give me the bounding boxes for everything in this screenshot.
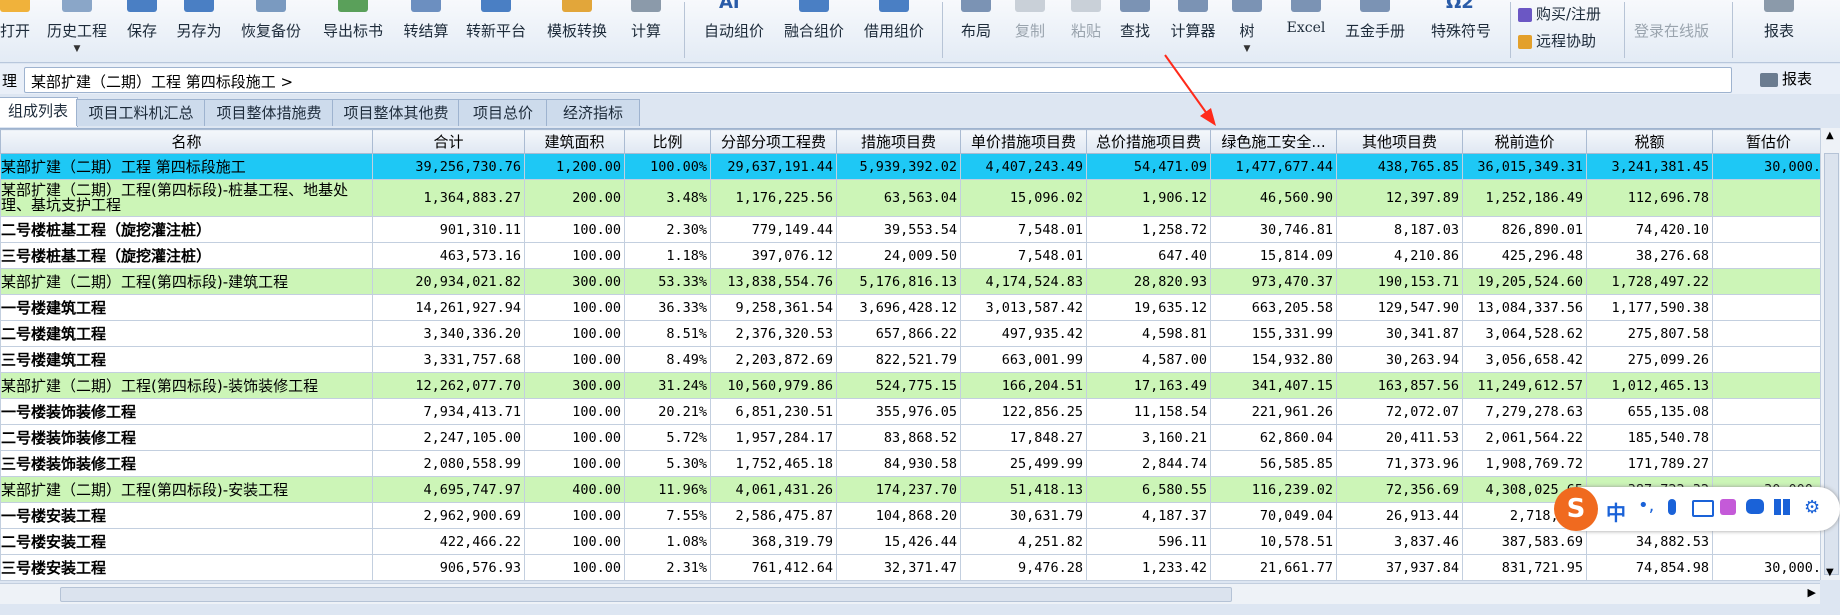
annotation-arrow	[1164, 54, 1216, 126]
